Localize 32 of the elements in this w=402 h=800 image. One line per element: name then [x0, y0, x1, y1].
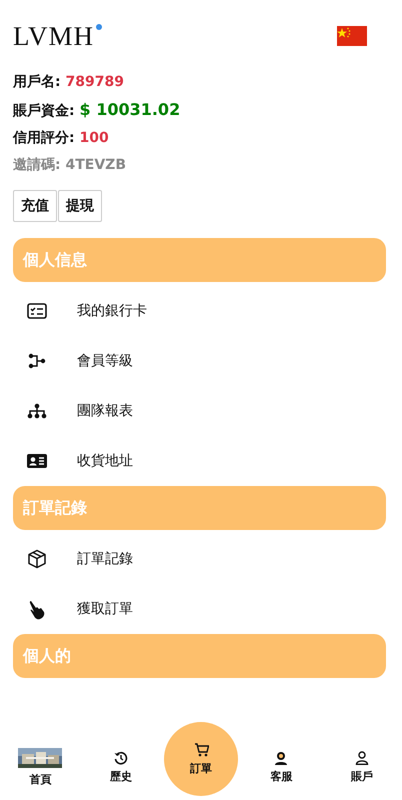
hierarchy-icon: [27, 403, 47, 419]
user-icon: [354, 750, 369, 764]
account-info-line: 邀請碼: 4TEVZB: [13, 156, 127, 175]
menu-item[interactable]: 收貨地址: [13, 436, 386, 486]
menu-item[interactable]: 訂單記錄: [13, 534, 386, 584]
nav-tab[interactable]: 客服: [241, 734, 322, 800]
menu-item[interactable]: 獲取訂單: [13, 584, 386, 634]
withdraw-button[interactable]: 提現: [58, 190, 102, 222]
logo: LVMH: [13, 20, 102, 52]
section-header: 訂單記錄: [13, 486, 386, 530]
account-info-line: 用戶名: 789789: [13, 73, 125, 92]
id-card-icon: [27, 453, 47, 469]
nodes-icon: [27, 352, 47, 370]
menu-item[interactable]: 團隊報表: [13, 386, 386, 436]
nav-tab[interactable]: 賬戶: [322, 734, 402, 800]
pointing-hand-icon: [27, 598, 47, 620]
china-flag-icon[interactable]: [337, 25, 367, 47]
nav-tab[interactable]: 歷史: [80, 734, 161, 800]
account-info-line: 賬戶資金: $ 10031.02: [13, 99, 182, 121]
menu-item[interactable]: 我的銀行卡: [13, 286, 386, 336]
history-icon: [114, 750, 128, 764]
section-header: 個人的: [13, 634, 386, 678]
box-icon: [27, 549, 47, 569]
nav-tab[interactable]: 訂單: [164, 722, 238, 796]
nav-tab[interactable]: 首頁: [0, 734, 80, 800]
recharge-button[interactable]: 充值: [13, 190, 57, 222]
section-header: 個人信息: [13, 238, 386, 282]
list-card-icon: [27, 303, 47, 319]
account-info-line: 信用評分: 100: [13, 129, 110, 148]
cart-icon: [194, 742, 208, 756]
support-agent-icon: [274, 750, 288, 764]
menu-item[interactable]: 會員等級: [13, 336, 386, 386]
